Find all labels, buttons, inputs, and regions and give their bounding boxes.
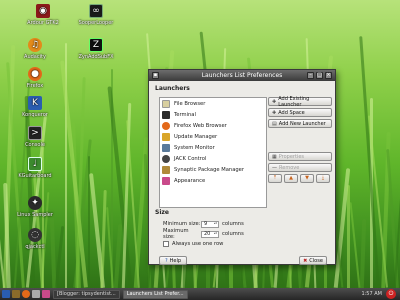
jack-icon: ◌ — [28, 228, 42, 242]
menu-icon[interactable] — [2, 290, 10, 298]
zynaddsubfx-icon: Z — [89, 38, 103, 52]
folder-icon[interactable] — [12, 290, 20, 298]
appearance-icon — [162, 176, 170, 185]
maximum-size-spinner[interactable]: 20 ▴▾ — [201, 230, 219, 238]
desktop-icon-ardour[interactable]: ◉ Ardour GTK2 — [18, 4, 68, 26]
console-icon: > — [28, 126, 42, 140]
linux-icon: ✦ — [28, 196, 42, 210]
list-item[interactable]: Synaptic Package Manager — [160, 164, 266, 175]
minimum-unit-label: columns — [222, 221, 244, 227]
move-up-icon[interactable]: ▲ — [284, 174, 298, 183]
desktop-icon-console[interactable]: > Console — [10, 126, 60, 148]
maximum-unit-label: columns — [222, 231, 244, 237]
audacity-icon: ♫ — [28, 38, 42, 52]
properties-button[interactable]: ▦ Properties — [268, 152, 332, 161]
one-row-label: Always use one row — [172, 241, 224, 247]
move-top-icon[interactable]: ⤒ — [268, 174, 282, 183]
launcher-list[interactable]: File Browser Terminal Firefox Web Browse… — [159, 97, 267, 208]
monitor-icon — [162, 143, 170, 152]
taskbar: [Blogger: tipsydentist... Launchers List… — [0, 288, 400, 300]
list-item[interactable]: Firefox Web Browser — [160, 120, 266, 131]
desktop-background: ◉ Ardour GTK2 ♫ Audacity ● Firefox K Kon… — [0, 0, 400, 288]
properties-icon: ▦ — [272, 153, 277, 160]
package-icon — [162, 165, 170, 174]
minimum-size-spinner[interactable]: 9 ▴▾ — [201, 220, 219, 228]
appearance-icon[interactable] — [42, 290, 50, 298]
list-item[interactable]: JACK Control — [160, 153, 266, 164]
update-icon — [162, 132, 170, 141]
grass-blade — [113, 223, 123, 288]
grass-blade — [359, 218, 367, 288]
minimize-icon[interactable]: – — [307, 72, 314, 79]
list-item[interactable]: Appearance — [160, 175, 266, 186]
minimum-size-label: Minimum size: — [163, 221, 201, 227]
file-browser-icon — [162, 99, 170, 108]
firefox-icon — [162, 121, 170, 130]
dialog-title: Launchers List Preferences — [201, 72, 283, 79]
power-icon[interactable]: ⏻ — [386, 289, 396, 299]
clock: 1:57 AM — [361, 291, 382, 297]
launcher-buttons: ✚ Add Existing Launcher ✚ Add Space ▤ Add N… — [268, 96, 332, 183]
sooperlooper-icon: ∞ — [89, 4, 103, 18]
desktop-icon-qjackctl[interactable]: ◌ qjackctl — [10, 228, 60, 250]
add-space-button[interactable]: ✚ Add Space — [268, 108, 332, 117]
konqueror-icon: K — [28, 96, 42, 110]
desktop-icon-linux-sampler[interactable]: ✦ Linux Sampler — [10, 196, 60, 218]
ardour-icon: ◉ — [36, 4, 50, 18]
plus-icon: ✚ — [272, 98, 277, 105]
desktop-icon-konqueror[interactable]: K Konqueror — [10, 96, 60, 118]
grass-blade — [349, 202, 361, 288]
remove-button[interactable]: — Remove — [268, 163, 332, 172]
guitar-icon: ♩ — [28, 157, 42, 171]
move-bottom-icon[interactable]: ⤓ — [316, 174, 330, 183]
help-button[interactable]: ? Help — [159, 256, 187, 265]
task-launchers-preferences[interactable]: Launchers List Prefer... — [122, 289, 188, 299]
plus-icon: ✚ — [272, 109, 277, 116]
list-item[interactable]: File Browser — [160, 98, 266, 109]
spinner-arrows-icon[interactable]: ▴▾ — [213, 221, 218, 227]
list-item[interactable]: Update Manager — [160, 131, 266, 142]
move-down-icon[interactable]: ▼ — [300, 174, 314, 183]
spinner-arrows-icon[interactable]: ▴▾ — [213, 231, 218, 237]
close-icon: ✖ — [303, 257, 308, 264]
dialog-titlebar[interactable]: ▪ Launchers List Preferences – □ × — [149, 70, 335, 81]
new-document-icon: ▤ — [272, 120, 277, 127]
desktop-icon-zynaddsubfx[interactable]: Z ZynAddSubFX — [71, 38, 121, 60]
task-blogger[interactable]: [Blogger: tipsydentist... — [53, 289, 120, 299]
size-heading: Size — [155, 209, 169, 216]
one-row-checkbox[interactable] — [163, 241, 169, 247]
grass-blade — [347, 185, 350, 288]
launchers-preferences-dialog: ▪ Launchers List Preferences – □ × Launc… — [148, 69, 336, 265]
maximize-icon[interactable]: □ — [316, 72, 323, 79]
grass-blade — [393, 166, 400, 288]
list-item[interactable]: System Monitor — [160, 142, 266, 153]
terminal-icon[interactable] — [32, 290, 40, 298]
close-button[interactable]: ✖ Close — [299, 256, 327, 265]
add-existing-launcher-button[interactable]: ✚ Add Existing Launcher — [268, 96, 332, 108]
remove-icon: — — [272, 164, 277, 171]
desktop-icon-sooperlooper[interactable]: ∞ SooperLooper — [71, 4, 121, 26]
grass-blade — [100, 189, 107, 288]
jack-icon — [162, 154, 170, 163]
window-menu-icon[interactable]: ▪ — [152, 72, 159, 79]
desktop-icon-firefox[interactable]: ● Firefox — [10, 67, 60, 89]
desktop-icon-kguitarboard[interactable]: ♩ KGuitarboard — [10, 157, 60, 179]
firefox-icon[interactable] — [22, 290, 30, 298]
maximum-size-label: Maximum size: — [163, 228, 189, 240]
list-item[interactable]: Terminal — [160, 109, 266, 120]
firefox-icon: ● — [28, 67, 42, 81]
terminal-icon — [162, 110, 170, 119]
close-icon[interactable]: × — [325, 72, 332, 79]
add-new-launcher-button[interactable]: ▤ Add New Launcher — [268, 119, 332, 128]
help-icon: ? — [164, 257, 168, 264]
size-section: Size Minimum size: 9 ▴▾ columns Maximum s… — [155, 209, 331, 249]
desktop-icon-audacity[interactable]: ♫ Audacity — [10, 38, 60, 60]
launchers-heading: Launchers — [155, 85, 190, 92]
